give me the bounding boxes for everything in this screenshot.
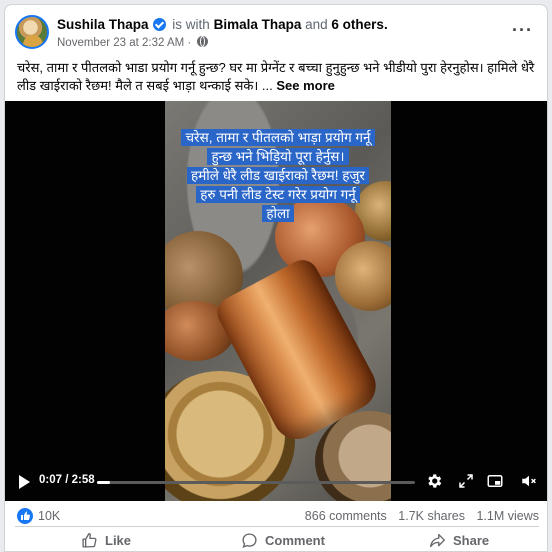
overlay-line: चरेस, तामा र पीतलको भाड़ा प्रयोग गर्नू [181,129,375,146]
like-label: Like [105,532,132,548]
tagged-name[interactable]: Bimala Thapa [214,17,302,32]
like-reaction-icon[interactable] [17,508,33,524]
comment-bubble-icon [242,532,257,548]
post-author-line: Sushila Thapa is with Bimala Thapa and 6… [57,17,388,33]
post-caption: चरेस, तामा र पीतलको भाडा प्रयोग गर्नू हु… [17,59,539,95]
globe-icon [197,36,209,47]
overlay-line: हरु पनी लीड टेस्ट गरेर प्रयोग गर्नू [196,186,360,203]
video-frame[interactable]: चरेस, तामा र पीतलको भाड़ा प्रयोग गर्नू ह… [165,101,391,501]
share-arrow-icon [430,533,445,547]
overlay-line: हुन्छ भने भिड़ियो पूरा हेर्नुस। [207,148,349,165]
video-time: 0:07 / 2:58 [39,474,95,486]
more-options-icon[interactable]: ··· [512,21,533,39]
tagged-others[interactable]: 6 others. [331,17,387,32]
engagement-counts: 866 comments 1.7K shares 1.1M views [297,509,539,523]
gear-icon[interactable] [425,472,443,490]
post-meta: November 23 at 2:32 AM · [57,36,209,49]
overlay-line: होला [262,205,294,222]
vessel [335,241,391,311]
verified-badge-icon [152,18,166,31]
video-player[interactable]: चरेस, तामा र पीतलको भाड़ा प्रयोग गर्नू ह… [5,101,547,501]
video-overlay-text: चरेस, तामा र पीतलको भाड़ा प्रयोग गर्नू ह… [171,128,385,223]
post-header: Sushila Thapa is with Bimala Thapa and 6… [5,5,547,57]
progress-bar[interactable] [97,481,415,484]
progress-fill [97,481,110,484]
with-prefix: is with [172,17,210,32]
like-button[interactable]: Like [81,529,131,551]
reaction-count[interactable]: 10K [38,509,60,523]
comment-button[interactable]: Comment [241,529,325,551]
author-name[interactable]: Sushila Thapa [57,17,149,32]
post-card: Sushila Thapa is with Bimala Thapa and 6… [4,4,548,552]
expand-icon[interactable] [457,472,475,490]
volume-muted-icon[interactable] [520,472,538,490]
thumbs-up-icon [82,532,97,548]
overlay-line: हमीले धेरै लीड खाईराको रैछम! हजुर [187,167,369,184]
post-stats: 10K 866 comments 1.7K shares 1.1M views [5,505,547,527]
share-button[interactable]: Share [429,529,489,551]
share-count[interactable]: 1.7K shares [398,509,465,523]
avatar[interactable] [15,15,49,49]
video-controls: 0:07 / 2:58 [5,463,547,501]
play-icon[interactable] [19,475,30,489]
meta-dot: · [187,37,192,49]
see-more-link[interactable]: See more [276,78,335,93]
action-bar: Like Comment Share [5,527,547,551]
and-word: and [305,17,328,32]
share-label: Share [453,532,490,548]
view-count: 1.1M views [476,509,539,523]
post-timestamp[interactable]: November 23 at 2:32 AM [57,37,184,49]
comment-label: Comment [265,532,325,548]
picture-in-picture-icon[interactable] [486,472,504,490]
comment-count[interactable]: 866 comments [305,509,387,523]
